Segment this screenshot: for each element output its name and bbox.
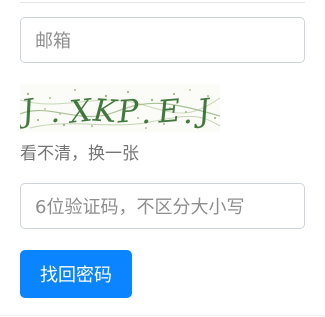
captcha-char-3: X bbox=[66, 92, 96, 131]
captcha-char-4: K bbox=[91, 92, 119, 130]
refresh-captcha-link[interactable]: 看不清，换一张 bbox=[20, 139, 139, 164]
captcha-char-5: P bbox=[116, 93, 141, 131]
captcha-char-2: . bbox=[50, 94, 63, 131]
captcha-graphic: J . X K P . E . J bbox=[20, 89, 220, 132]
bottom-divider bbox=[0, 315, 325, 316]
captcha-char-1: J bbox=[20, 92, 38, 130]
captcha-char-8: . bbox=[182, 95, 197, 132]
verification-code-field[interactable]: 6位验证码，不区分大小写 bbox=[20, 183, 305, 229]
captcha-char-7: E bbox=[155, 93, 182, 131]
captcha-char-6: . bbox=[140, 95, 154, 132]
email-field[interactable]: 邮箱 bbox=[20, 17, 305, 63]
top-divider bbox=[20, 2, 305, 3]
captcha-image[interactable]: J . X K P . E . J bbox=[20, 84, 220, 132]
verification-code-placeholder: 6位验证码，不区分大小写 bbox=[35, 197, 245, 218]
recover-password-button[interactable]: 找回密码 bbox=[20, 250, 132, 298]
email-placeholder: 邮箱 bbox=[35, 31, 71, 52]
